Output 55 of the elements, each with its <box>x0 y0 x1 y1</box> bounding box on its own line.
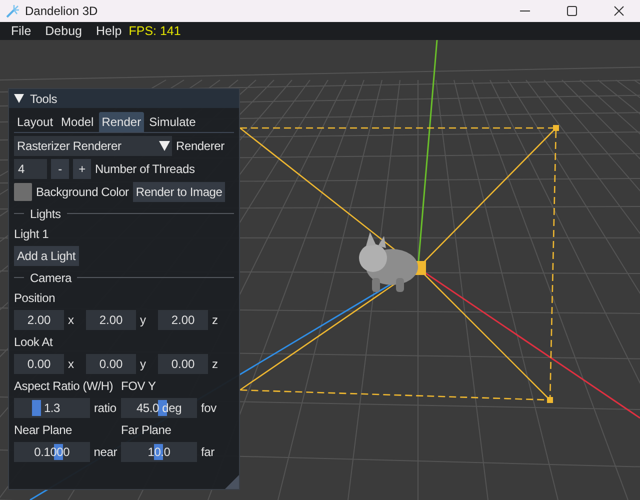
fps-counter: FPS: 141 <box>128 24 182 38</box>
unit-label: ratio <box>94 401 116 415</box>
resize-grip-icon[interactable] <box>225 475 239 489</box>
axis-label: y <box>140 357 147 371</box>
menu-item[interactable]: Debug <box>38 24 89 38</box>
panel-title: Tools <box>30 92 58 106</box>
tab[interactable]: Simulate <box>146 112 199 132</box>
field-label: Look At <box>14 334 54 351</box>
axis-label: y <box>140 313 147 327</box>
collapse-triangle-icon[interactable] <box>14 94 24 103</box>
section-header: Camera <box>30 270 72 284</box>
unit-label: far <box>201 445 214 459</box>
field-label: Position <box>14 290 56 307</box>
tab[interactable]: Model <box>58 112 97 132</box>
minimize-icon[interactable] <box>520 10 530 12</box>
axis-label: z <box>212 313 219 327</box>
renderer-dropdown[interactable]: Rasterizer Renderer <box>14 136 172 156</box>
3d-model-drawing <box>359 232 418 292</box>
number-input[interactable]: 0.00 <box>14 354 64 374</box>
section-header: Lights <box>30 206 61 220</box>
threads-input[interactable]: 4 <box>14 159 47 179</box>
number-input[interactable]: 2.00 <box>14 310 64 330</box>
menu-item[interactable]: File <box>4 24 38 38</box>
tab[interactable]: Layout <box>14 112 56 132</box>
color-swatch[interactable] <box>14 183 32 201</box>
field-label: Renderer <box>176 139 224 153</box>
slider[interactable]: 1.3 <box>14 398 90 418</box>
number-input[interactable]: 2.00 <box>86 310 136 330</box>
render-button[interactable]: Render to Image <box>132 182 226 202</box>
field-label: Number of Threads <box>95 162 195 176</box>
number-input[interactable]: 0.00 <box>158 354 208 374</box>
slider-thumb[interactable] <box>32 400 41 416</box>
field-label: Near Plane <box>14 422 74 439</box>
unit-label: near <box>94 445 117 459</box>
unit-label: fov <box>201 401 216 415</box>
window-title: Dandelion 3D <box>25 4 98 18</box>
add-light-button[interactable]: Add a Light <box>14 246 79 266</box>
tab[interactable]: Render <box>98 112 144 132</box>
decrement-button[interactable]: - <box>51 159 69 179</box>
field-label: Aspect Ratio (W/H) <box>14 378 114 395</box>
menu-item[interactable]: Help <box>89 24 129 38</box>
light-item[interactable]: Light 1 <box>14 225 234 243</box>
dropdown-caret-icon[interactable] <box>159 141 170 151</box>
number-input[interactable]: 0.00 <box>86 354 136 374</box>
maximize-icon[interactable] <box>567 6 577 16</box>
number-input[interactable]: 2.00 <box>158 310 208 330</box>
app-logo-icon <box>6 4 20 18</box>
axis-label: z <box>212 357 219 371</box>
close-icon[interactable] <box>614 6 624 16</box>
increment-button[interactable]: + <box>73 159 91 179</box>
axis-label: x <box>68 313 75 327</box>
field-label: FOV Y <box>121 378 157 395</box>
field-label: Far Plane <box>121 422 172 439</box>
axis-label: x <box>68 357 75 371</box>
field-label: Background Color <box>36 185 129 199</box>
